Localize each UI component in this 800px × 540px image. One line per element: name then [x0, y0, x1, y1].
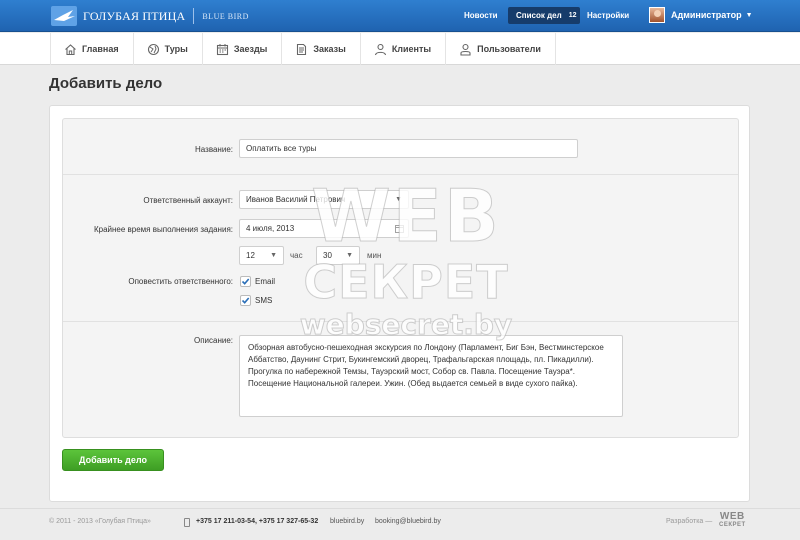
logo[interactable]: ГОЛУБАЯ ПТИЦА BLUE BIRD: [51, 5, 249, 27]
developer-logo-bottom: СЕКРЕТ: [719, 522, 746, 528]
users-icon: [460, 43, 471, 56]
checkmark-icon: [241, 278, 250, 285]
checkmark-icon: [241, 297, 250, 304]
developer-logo-top: WEB: [719, 511, 745, 522]
account-select[interactable]: Иванов Василий Петрович ▼: [239, 190, 409, 209]
calendar-icon[interactable]: [395, 224, 404, 233]
top-bar: ГОЛУБАЯ ПТИЦА BLUE BIRD Новости Список д…: [0, 0, 800, 32]
footer: © 2011 - 2013 «Голубая Птица» +375 17 21…: [0, 508, 800, 540]
nav-item-label: Пользователи: [477, 44, 541, 54]
logo-subtitle: BLUE BIRD: [202, 11, 249, 21]
chevron-down-icon: ▼: [270, 252, 277, 259]
user-menu[interactable]: Администратор ▼: [649, 7, 753, 23]
nav-item-label: Заезды: [233, 44, 268, 54]
deadline-date-value: 4 июля, 2013: [246, 224, 295, 233]
phone-icon: [184, 518, 190, 527]
client-icon: [374, 43, 386, 55]
home-icon: [65, 43, 76, 55]
footer-site-link[interactable]: bluebird.by: [330, 518, 364, 525]
page-title: Добавить дело: [49, 75, 163, 92]
tasks-list-button[interactable]: Список дел 12: [508, 7, 580, 24]
bird-logo-icon: [51, 6, 77, 26]
document-icon: [297, 43, 307, 55]
tour-icon: [147, 43, 159, 55]
nav-item-label: Заказы: [313, 44, 346, 54]
minute-select-value: 30: [323, 251, 332, 260]
chevron-down-icon: ▼: [346, 252, 353, 259]
nav-item-label: Туры: [164, 44, 188, 54]
nav-item-arrivals[interactable]: Заезды: [203, 33, 283, 65]
developer-logo[interactable]: WEB СЕКРЕТ: [719, 511, 746, 529]
name-label: Название:: [195, 145, 233, 154]
footer-email-link[interactable]: booking@bluebird.by: [375, 518, 441, 525]
hour-label: час: [290, 251, 303, 260]
deadline-date-input[interactable]: 4 июля, 2013: [239, 219, 409, 238]
minute-select[interactable]: 30 ▼: [316, 246, 360, 265]
footer-phones: +375 17 211-03-54, +375 17 327-65-32: [196, 518, 319, 525]
nav-item-orders[interactable]: Заказы: [282, 33, 361, 65]
hour-select[interactable]: 12 ▼: [239, 246, 284, 265]
calendar-icon: [216, 43, 228, 55]
description-textarea[interactable]: Обзорная автобусно-пешеходная экскурсия …: [239, 335, 623, 417]
nav-item-label: Главная: [82, 44, 119, 54]
add-task-button[interactable]: Добавить дело: [62, 449, 164, 471]
tasks-count-badge: 12: [568, 12, 577, 19]
minute-label: мин: [367, 251, 382, 260]
tasks-list-label: Список дел: [516, 11, 562, 20]
account-label: Ответственный аккаунт:: [143, 196, 233, 205]
chevron-down-icon: ▼: [745, 11, 753, 19]
email-checkbox-label: Email: [255, 277, 276, 286]
settings-link[interactable]: Настройки: [587, 11, 629, 20]
nav-item-clients[interactable]: Клиенты: [361, 33, 447, 65]
form-panel: Название: Оплатить все туры Ответственны…: [49, 105, 750, 502]
logo-name: ГОЛУБАЯ ПТИЦА: [83, 8, 186, 23]
divider: [63, 174, 738, 175]
news-link[interactable]: Новости: [464, 11, 498, 20]
name-input-value: Оплатить все туры: [246, 144, 317, 153]
form-fields-area: Название: Оплатить все туры Ответственны…: [62, 118, 739, 438]
user-name: Администратор: [671, 10, 742, 20]
name-input[interactable]: Оплатить все туры: [239, 139, 578, 158]
nav-item-label: Клиенты: [391, 44, 432, 54]
description-label: Описание:: [193, 336, 233, 345]
deadline-label: Крайнее время выполнения задания:: [93, 225, 233, 234]
nav-item-home[interactable]: Главная: [51, 33, 134, 65]
chevron-down-icon: ▼: [395, 196, 402, 203]
notify-label: Оповестить ответственного:: [128, 277, 233, 286]
sms-checkbox-label: SMS: [255, 296, 273, 305]
hour-select-value: 12: [246, 251, 255, 260]
divider: [63, 321, 738, 322]
nav-item-tours[interactable]: Туры: [134, 33, 203, 65]
nav-item-users[interactable]: Пользователи: [446, 33, 556, 65]
developer-label: Разработка —: [666, 518, 713, 525]
main-nav: Главная Туры Заезды Заказы Клиенты Польз…: [0, 33, 800, 65]
logo-separator: [193, 8, 195, 24]
email-checkbox[interactable]: [240, 276, 251, 287]
copyright: © 2011 - 2013 «Голубая Птица»: [49, 518, 151, 525]
account-select-value: Иванов Василий Петрович: [246, 195, 346, 204]
sms-checkbox[interactable]: [240, 295, 251, 306]
avatar: [649, 7, 665, 23]
